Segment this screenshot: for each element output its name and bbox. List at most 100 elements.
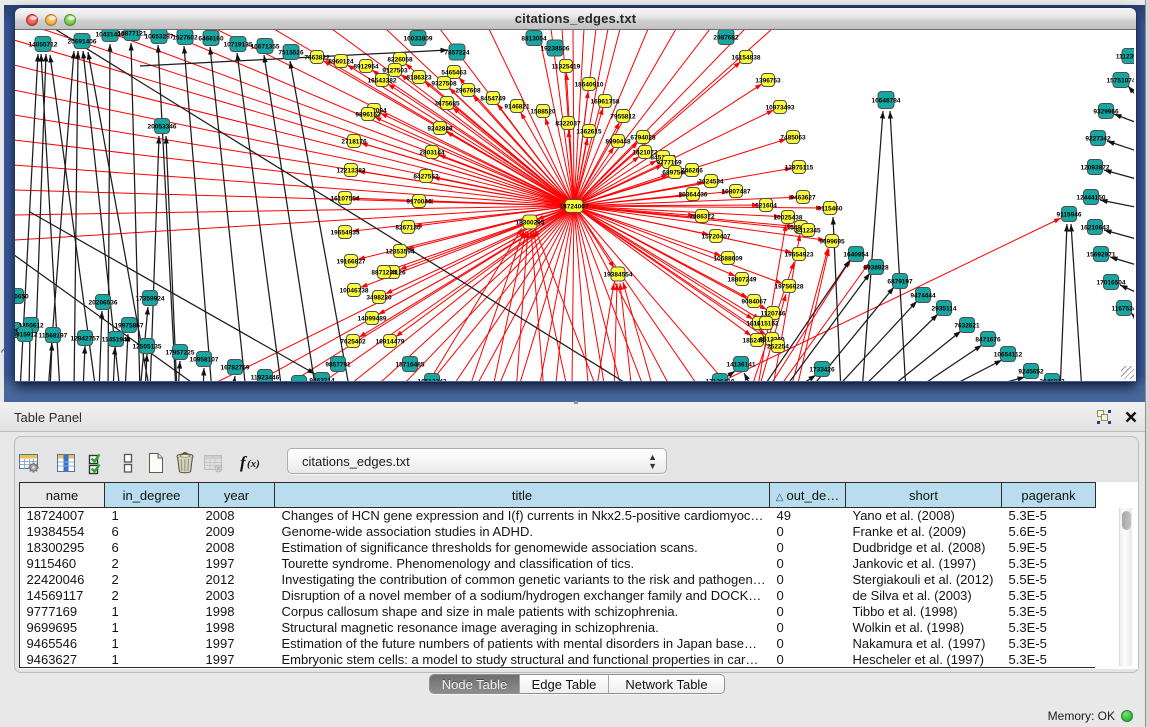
cell-title[interactable]: Embryonic stem cells: a model to study s… — [275, 652, 770, 668]
cell-year[interactable]: 2008 — [199, 540, 275, 556]
cell-short[interactable]: Stergiakouli et al. (2012) — [846, 572, 1002, 588]
cell-pagerank[interactable]: 5.3E-5 — [1002, 620, 1096, 636]
cell-out_de[interactable]: 0 — [770, 556, 846, 572]
delete-table-button[interactable] — [200, 449, 226, 477]
cell-name[interactable]: 19384554 — [20, 524, 105, 540]
table-row[interactable]: 969969511998Structural magnetic resonanc… — [20, 620, 1096, 636]
clear-selection-button[interactable] — [115, 449, 141, 477]
cell-out_de[interactable]: 0 — [770, 652, 846, 668]
column-header-in_degree[interactable]: in_degree — [105, 483, 199, 508]
cell-year[interactable]: 1998 — [199, 604, 275, 620]
select-rows-button[interactable] — [85, 449, 111, 477]
cell-title[interactable]: Estimation of the future numbers of pati… — [275, 636, 770, 652]
cell-year[interactable]: 1997 — [199, 652, 275, 668]
scrollbar-thumb[interactable] — [1122, 511, 1131, 530]
cell-pagerank[interactable]: 5.3E-5 — [1002, 556, 1096, 572]
cell-pagerank[interactable]: 5.3E-5 — [1002, 508, 1096, 524]
cell-short[interactable]: de Silva et al. (2003) — [846, 588, 1002, 604]
cell-short[interactable]: Jankovic et al. (1997) — [846, 556, 1002, 572]
split-pane-handle[interactable]: ▲ — [570, 399, 582, 405]
cell-pagerank[interactable]: 5.3E-5 — [1002, 652, 1096, 668]
table-row[interactable]: 1938455462009Genome-wide association stu… — [20, 524, 1096, 540]
float-panel-icon[interactable] — [1097, 410, 1111, 424]
cell-name[interactable]: 9465546 — [20, 636, 105, 652]
cell-title[interactable]: Estimation of significance thresholds fo… — [275, 540, 770, 556]
tab-network-table[interactable]: Network Table — [609, 675, 724, 693]
new-table-button[interactable] — [143, 449, 169, 477]
cell-name[interactable]: 9777169 — [20, 604, 105, 620]
cell-out_de[interactable]: 0 — [770, 588, 846, 604]
cell-title[interactable]: Corpus callosum shape and size in male p… — [275, 604, 770, 620]
tab-edge-table[interactable]: Edge Table — [520, 675, 609, 693]
table-row[interactable]: 911546021997Tourette syndrome. Phenomeno… — [20, 556, 1096, 572]
cell-short[interactable]: Nakamura et al. (1997) — [846, 636, 1002, 652]
cell-out_de[interactable]: 49 — [770, 508, 846, 524]
table-row[interactable]: 2242004622012Investigating the contribut… — [20, 572, 1096, 588]
cell-year[interactable]: 2003 — [199, 588, 275, 604]
cell-out_de[interactable]: 0 — [770, 636, 846, 652]
cell-title[interactable]: Structural magnetic resonance image aver… — [275, 620, 770, 636]
cell-short[interactable]: Hescheler et al. (1997) — [846, 652, 1002, 668]
cell-name[interactable]: 9115460 — [20, 556, 105, 572]
cell-out_de[interactable]: 0 — [770, 572, 846, 588]
cell-out_de[interactable]: 0 — [770, 524, 846, 540]
cell-name[interactable]: 18300295 — [20, 540, 105, 556]
cell-title[interactable]: Genome-wide association studies in ADHD. — [275, 524, 770, 540]
cell-year[interactable]: 2012 — [199, 572, 275, 588]
column-header-title[interactable]: title — [275, 483, 770, 508]
table-row[interactable]: 946362711997Embryonic stem cells: a mode… — [20, 652, 1096, 668]
cell-out_de[interactable]: 0 — [770, 620, 846, 636]
cell-name[interactable]: 18724007 — [20, 508, 105, 524]
cell-in_degree[interactable]: 2 — [105, 588, 199, 604]
close-panel-icon[interactable] — [1125, 410, 1137, 428]
cell-pagerank[interactable]: 5.3E-5 — [1002, 588, 1096, 604]
cell-year[interactable]: 1997 — [199, 636, 275, 652]
table-row[interactable]: 1456911722003Disruption of a novel membe… — [20, 588, 1096, 604]
cell-in_degree[interactable]: 6 — [105, 540, 199, 556]
cell-short[interactable]: Wolkin et al. (1998) — [846, 620, 1002, 636]
cell-in_degree[interactable]: 2 — [105, 572, 199, 588]
cell-short[interactable]: Franke et al. (2009) — [846, 524, 1002, 540]
table-row[interactable]: 977716911998Corpus callosum shape and si… — [20, 604, 1096, 620]
table-settings-button[interactable] — [16, 449, 42, 477]
citation-network-graph[interactable]: 1405571220691406104314061987712110653287… — [15, 30, 1134, 381]
table-select-dropdown[interactable]: citations_edges.txt ▲▼ — [287, 448, 667, 474]
column-header-pagerank[interactable]: pagerank — [1002, 483, 1096, 508]
cell-pagerank[interactable]: 5.9E-5 — [1002, 540, 1096, 556]
cell-in_degree[interactable]: 6 — [105, 524, 199, 540]
cell-name[interactable]: 14569117 — [20, 588, 105, 604]
cell-year[interactable]: 1997 — [199, 556, 275, 572]
cell-title[interactable]: Disruption of a novel member of a sodium… — [275, 588, 770, 604]
cell-title[interactable]: Changes of HCN gene expression and I(f) … — [275, 508, 770, 524]
cell-title[interactable]: Investigating the contribution of common… — [275, 572, 770, 588]
cell-in_degree[interactable]: 2 — [105, 556, 199, 572]
tab-node-table[interactable]: Node Table — [430, 675, 520, 693]
cell-title[interactable]: Tourette syndrome. Phenomenology and cla… — [275, 556, 770, 572]
cell-name[interactable]: 22420046 — [20, 572, 105, 588]
cell-short[interactable]: Dudbridge et al. (2008) — [846, 540, 1002, 556]
network-canvas[interactable]: 1405571220691406104314061987712110653287… — [15, 30, 1136, 381]
cell-year[interactable]: 2008 — [199, 508, 275, 524]
cell-in_degree[interactable]: 1 — [105, 620, 199, 636]
cell-pagerank[interactable]: 5.5E-5 — [1002, 572, 1096, 588]
cell-name[interactable]: 9699695 — [20, 620, 105, 636]
table-row[interactable]: 1872400712008Changes of HCN gene express… — [20, 508, 1096, 524]
column-header-short[interactable]: short — [846, 483, 1002, 508]
cell-out_de[interactable]: 0 — [770, 604, 846, 620]
cell-pagerank[interactable]: 5.3E-5 — [1002, 604, 1096, 620]
cell-year[interactable]: 1998 — [199, 620, 275, 636]
cell-in_degree[interactable]: 1 — [105, 604, 199, 620]
select-column-button[interactable] — [53, 449, 79, 477]
window-resize-grip[interactable] — [1121, 366, 1134, 379]
column-header-year[interactable]: year — [199, 483, 275, 508]
cell-short[interactable]: Tibbo et al. (1998) — [846, 604, 1002, 620]
cell-in_degree[interactable]: 1 — [105, 652, 199, 668]
cell-pagerank[interactable]: 5.3E-5 — [1002, 636, 1096, 652]
column-header-out_de[interactable]: △out_de… — [770, 483, 846, 508]
function-builder-button[interactable]: f (x) — [238, 449, 264, 477]
network-window-titlebar[interactable]: citations_edges.txt — [15, 8, 1136, 30]
cell-out_de[interactable]: 0 — [770, 540, 846, 556]
network-window[interactable]: citations_edges.txt 14055712206914061043… — [15, 8, 1136, 382]
table-row[interactable]: 946554611997Estimation of the future num… — [20, 636, 1096, 652]
cell-short[interactable]: Yano et al. (2008) — [846, 508, 1002, 524]
